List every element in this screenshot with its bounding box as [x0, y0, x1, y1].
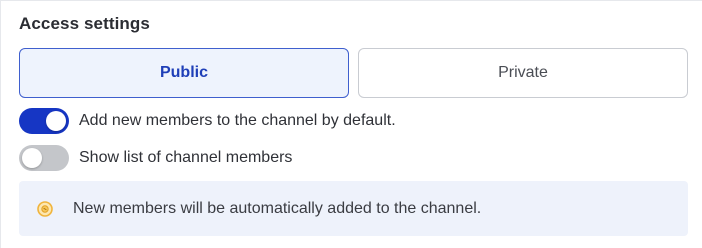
private-option-button[interactable]: Private	[358, 48, 688, 98]
private-option-label: Private	[498, 64, 548, 81]
lightbulb-icon	[36, 200, 54, 218]
show-members-list-toggle[interactable]	[19, 145, 69, 171]
show-members-list-row: Show list of channel members	[19, 145, 292, 171]
access-settings-panel: Access settings Public Private Add new m…	[0, 0, 702, 248]
section-title: Access settings	[19, 14, 150, 33]
add-members-default-toggle[interactable]	[19, 108, 69, 134]
add-members-default-row: Add new members to the channel by defaul…	[19, 108, 396, 134]
toggle-knob	[22, 148, 42, 168]
show-members-list-label: Show list of channel members	[79, 149, 293, 166]
info-text: New members will be automatically added …	[73, 199, 482, 217]
info-banner: New members will be automatically added …	[19, 181, 688, 236]
public-option-button[interactable]: Public	[19, 48, 349, 98]
toggle-knob	[46, 111, 66, 131]
add-members-default-label: Add new members to the channel by defaul…	[79, 112, 396, 129]
public-option-label: Public	[159, 64, 208, 81]
